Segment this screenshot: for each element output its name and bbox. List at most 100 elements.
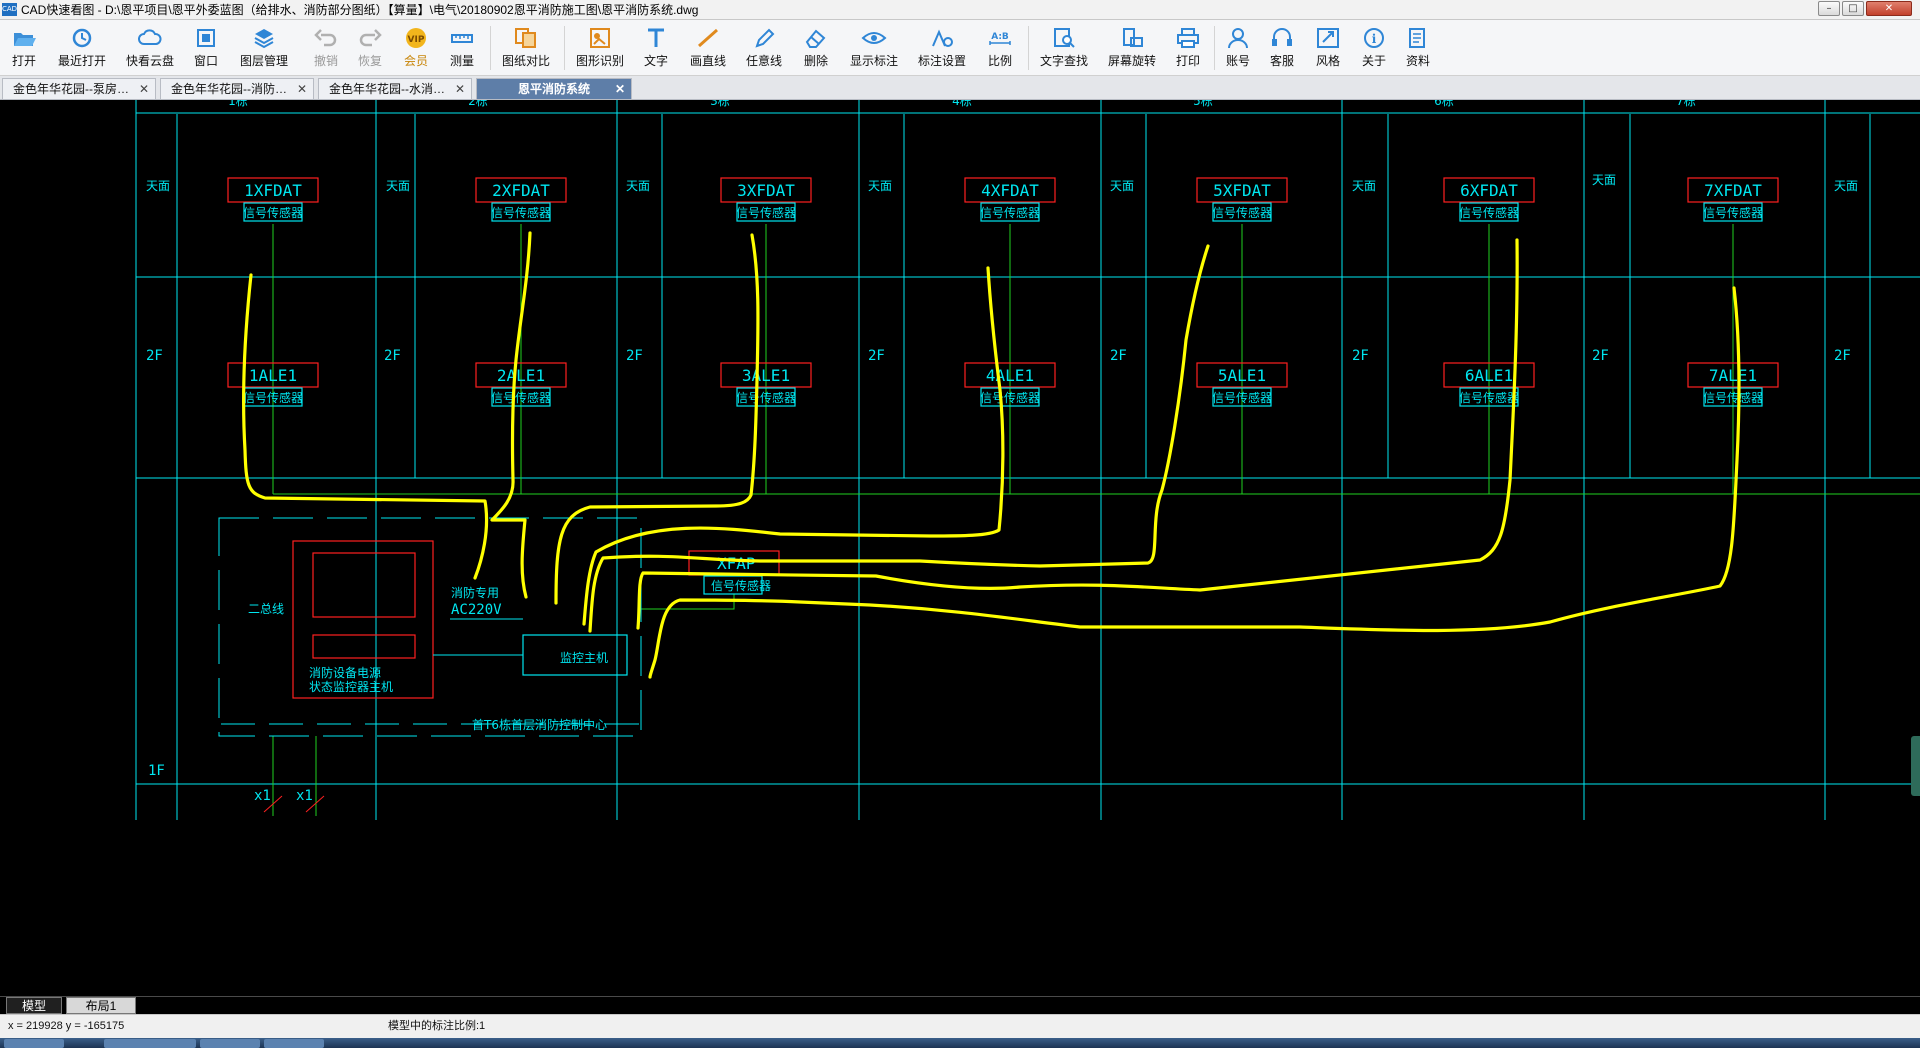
taskbar-app-2[interactable] <box>200 1039 260 1048</box>
ale-id[interactable]: 7ALE1 <box>1709 366 1757 385</box>
ale-device[interactable]: 5ALE1 信号传感器 <box>1196 362 1288 407</box>
window-fit-icon <box>197 29 215 47</box>
ale-id[interactable]: 1ALE1 <box>249 366 297 385</box>
tool-window-button[interactable]: 窗口 <box>190 26 222 69</box>
tab-pump-room[interactable]: 金色年华花园--泵房… ✕ <box>2 78 156 99</box>
tool-account-button[interactable]: 账号 <box>1222 26 1254 69</box>
markup-stroke[interactable] <box>490 231 532 599</box>
ale-device[interactable]: 6ALE1 信号传感器 <box>1443 362 1535 407</box>
xfdat-device[interactable]: 7XFDAT 信号传感器 <box>1687 177 1779 222</box>
xfdat-device[interactable]: 3XFDAT 信号传感器 <box>720 177 812 222</box>
drawing-canvas[interactable]: 1XFDAT 信号传感器 1ALE1 信号传感器 2XFDAT 信号传感器 2ALE1 信号传… <box>0 100 1920 996</box>
layers-icon <box>254 29 274 49</box>
tool-undo-button[interactable]: 撤销 <box>310 26 342 69</box>
ale-device[interactable]: 7ALE1 信号传感器 <box>1687 362 1779 407</box>
xfdat-device[interactable]: 5XFDAT 信号传感器 <box>1196 177 1288 222</box>
ale-device[interactable]: 2ALE1 信号传感器 <box>475 362 567 407</box>
status-bar: x = 219928 y = -165175 模型中的标注比例:1 <box>0 1014 1920 1038</box>
tool-compare-button[interactable]: 图纸对比 <box>498 26 554 69</box>
control-center-room: 二总线 消防专用 AC220V 监控主机 消防设备电源 状态监控器主机 首T6栋… <box>218 517 642 813</box>
x1-label-left: x1 <box>254 788 271 804</box>
building-label: 4栋 <box>952 100 972 108</box>
tool-line-button[interactable]: 画直线 <box>686 26 730 69</box>
floor-label-roof: 天面 <box>626 179 650 193</box>
tool-vip-button[interactable]: VIP 会员 <box>398 26 434 69</box>
tool-freehand-button[interactable]: 任意线 <box>742 26 786 69</box>
tool-redo-button[interactable]: 恢复 <box>354 26 386 69</box>
tool-rotate-screen-button[interactable]: 屏幕旋转 <box>1104 26 1160 69</box>
ale-device[interactable]: 4ALE1 信号传感器 <box>964 362 1056 407</box>
xfap-id[interactable]: XFAP <box>717 554 756 573</box>
ale-id[interactable]: 2ALE1 <box>497 366 545 385</box>
shape-recognize-icon <box>590 28 610 48</box>
sensor-label: 信号传感器 <box>1212 390 1272 405</box>
markup-stroke[interactable] <box>242 273 489 580</box>
close-window-button[interactable]: ✕ <box>1866 1 1912 16</box>
tool-documents-button[interactable]: 资料 <box>1402 26 1434 69</box>
xfdat-id[interactable]: 4XFDAT <box>981 181 1039 200</box>
markup-stroke[interactable] <box>582 266 1005 626</box>
maximize-button[interactable]: □ <box>1842 1 1864 16</box>
markup-stroke[interactable] <box>636 238 1519 630</box>
tool-measure-button[interactable]: 测量 <box>446 26 478 69</box>
vip-badge-icon: VIP <box>406 28 426 48</box>
fire-power-voltage: AC220V <box>451 602 502 618</box>
taskbar-app-1[interactable] <box>104 1039 196 1048</box>
ale-device[interactable]: 3ALE1 信号传感器 <box>720 362 812 407</box>
tab-close-icon[interactable]: ✕ <box>139 79 149 99</box>
tool-recognize-button[interactable]: 图形识别 <box>572 26 628 69</box>
ale-device[interactable]: 1ALE1 信号传感器 <box>227 362 319 407</box>
tab-close-icon[interactable]: ✕ <box>615 79 625 99</box>
xfdat-id[interactable]: 6XFDAT <box>1460 181 1518 200</box>
monitor-host-label[interactable]: 监控主机 <box>560 651 608 665</box>
tab-model-space[interactable]: 模型 <box>6 997 62 1014</box>
side-panel-handle[interactable] <box>1911 736 1920 796</box>
xfdat-device[interactable]: 4XFDAT 信号传感器 <box>964 177 1056 222</box>
ale-id[interactable]: 4ALE1 <box>986 366 1034 385</box>
tool-layers-button[interactable]: 图层管理 <box>236 26 292 69</box>
taskbar-app-3[interactable] <box>264 1039 324 1048</box>
xfdat-id[interactable]: 5XFDAT <box>1213 181 1271 200</box>
floor-label-1f: 1F <box>148 763 165 779</box>
xfdat-id[interactable]: 7XFDAT <box>1704 181 1762 200</box>
tool-about-button[interactable]: i 关于 <box>1358 26 1390 69</box>
xfdat-id[interactable]: 2XFDAT <box>492 181 550 200</box>
xfdat-device[interactable]: 6XFDAT 信号传感器 <box>1443 177 1535 222</box>
ale-id[interactable]: 6ALE1 <box>1465 366 1513 385</box>
tab-enping-fire-system[interactable]: 恩平消防系统 ✕ <box>476 78 632 99</box>
ale-id[interactable]: 3ALE1 <box>742 366 790 385</box>
tool-print-button[interactable]: 打印 <box>1172 26 1204 69</box>
ale-id[interactable]: 5ALE1 <box>1218 366 1266 385</box>
markup-stroke[interactable] <box>648 286 1741 679</box>
tool-label: 资料 <box>1405 54 1430 68</box>
minimize-button[interactable]: – <box>1818 1 1840 16</box>
xfdat-id[interactable]: 1XFDAT <box>244 181 302 200</box>
floor-label-2f: 2F <box>868 348 885 364</box>
start-button[interactable] <box>4 1039 64 1048</box>
tool-label: 打开 <box>11 54 36 68</box>
tool-recent-button[interactable]: 最近打开 <box>54 26 110 69</box>
markup-stroke[interactable] <box>554 233 760 605</box>
xfdat-device[interactable]: 2XFDAT 信号传感器 <box>475 177 567 222</box>
sensor-label: 信号传感器 <box>1212 205 1272 220</box>
xfdat-device[interactable]: 1XFDAT 信号传感器 <box>227 177 319 222</box>
tool-show-annotations-button[interactable]: 显示标注 <box>846 26 902 69</box>
tool-annotation-settings-button[interactable]: 标注设置 <box>914 26 970 69</box>
toolbar-separator <box>564 26 565 70</box>
sensor-label: 信号传感器 <box>1703 205 1763 220</box>
tool-delete-button[interactable]: 删除 <box>800 26 832 69</box>
xfdat-id[interactable]: 3XFDAT <box>737 181 795 200</box>
draw-line-icon <box>698 28 718 48</box>
tool-style-button[interactable]: 风格 <box>1312 26 1344 69</box>
tab-close-icon[interactable]: ✕ <box>455 79 465 99</box>
tool-support-button[interactable]: 客服 <box>1266 26 1298 69</box>
tool-open-button[interactable]: 打开 <box>8 26 40 69</box>
tab-layout-1[interactable]: 布局1 <box>66 997 136 1014</box>
tab-water-fire[interactable]: 金色年华花园--水消… ✕ <box>318 78 472 99</box>
tool-text-button[interactable]: 文字 <box>640 26 672 69</box>
tool-cloud-button[interactable]: 快看云盘 <box>124 26 176 69</box>
tool-scale-button[interactable]: A:B 比例 <box>984 26 1016 69</box>
tab-fire-protection[interactable]: 金色年华花园--消防… ✕ <box>160 78 314 99</box>
tool-text-search-button[interactable]: 文字查找 <box>1036 26 1092 69</box>
tab-close-icon[interactable]: ✕ <box>297 79 307 99</box>
